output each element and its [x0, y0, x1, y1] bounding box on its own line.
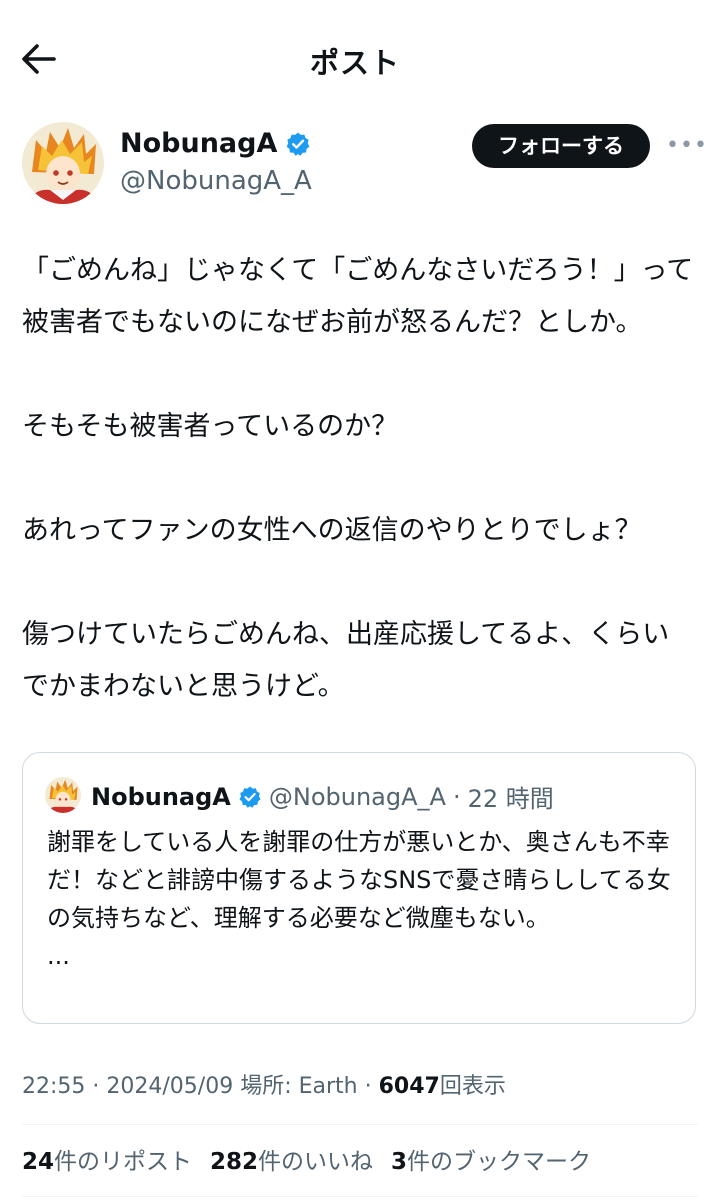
reposts-stat[interactable]: 24件のリポスト [22, 1142, 192, 1176]
quoted-text-body: 謝罪をしている人を謝罪の仕方が悪いとか、奥さんも不幸だ！などと誹謗中傷するような… [47, 828, 671, 932]
quoted-author-handle: @NobunagA_A [268, 782, 446, 811]
separator-dot: · [92, 1074, 100, 1099]
author-name[interactable]: NobunagA [120, 128, 311, 159]
quoted-avatar [45, 777, 81, 813]
engagement-stats: 24件のリポスト 282件のいいね 3件のブックマーク [22, 1142, 591, 1176]
likes-count: 282 [210, 1149, 259, 1175]
more-dots-icon[interactable]: ••• [666, 134, 707, 158]
bookmarks-count: 3 [391, 1149, 408, 1175]
view-count-label: 回表示 [439, 1074, 506, 1099]
post-meta: 22:55 · 2024/05/09 場所: Earth · 6047回表示 [22, 1068, 506, 1100]
divider [22, 1196, 698, 1197]
quoted-post[interactable]: NobunagA @NobunagA_A · 22 時間 謝罪をしている人を謝罪… [22, 752, 696, 1024]
divider [22, 1124, 698, 1125]
quoted-text: 謝罪をしている人を謝罪の仕方が悪いとか、奥さんも不幸だ！などと誹謗中傷するような… [47, 823, 677, 975]
author-row: NobunagA @NobunagA_A フォローする ••• [22, 122, 707, 208]
bookmarks-label: 件のブックマーク [407, 1149, 592, 1175]
view-count: 6047 [378, 1074, 440, 1099]
post-paragraph: あれってファンの女性への返信のやりとりでしょ？ [22, 515, 642, 546]
reposts-label: 件のリポスト [54, 1149, 193, 1175]
separator-dot: · [364, 1074, 372, 1099]
reposts-count: 24 [22, 1149, 55, 1175]
page-title: ポスト [309, 46, 400, 80]
post-location: 場所: Earth [240, 1074, 358, 1099]
follow-button[interactable]: フォローする [472, 124, 650, 168]
post-time[interactable]: 22:55 [22, 1074, 85, 1099]
likes-stat[interactable]: 282件のいいね [210, 1142, 373, 1176]
post-paragraph: 傷つけていたらごめんね、出産応援してるよ、くらいでかまわないと思うけど。 [22, 619, 670, 702]
post-paragraph: 「ごめんね」じゃなくて「ごめんなさいだろう！」って被害者でもないのになぜお前が怒… [22, 255, 694, 338]
separator-dot: · [452, 782, 461, 811]
quoted-text-ellipsis: ... [47, 942, 70, 970]
quoted-author-name: NobunagA [91, 782, 231, 811]
verified-badge-icon [239, 786, 261, 808]
post-date[interactable]: 2024/05/09 [106, 1074, 233, 1099]
post-paragraph: そもそも被害者っているのか？ [22, 411, 399, 442]
quoted-timestamp: 22 時間 [467, 785, 554, 813]
top-bar: ポスト [0, 0, 710, 115]
likes-label: 件のいいね [258, 1149, 374, 1175]
author-handle[interactable]: @NobunagA_A [120, 166, 312, 196]
verified-badge-icon [286, 132, 310, 156]
author-name-text: NobunagA [120, 128, 278, 159]
bookmarks-stat[interactable]: 3件のブックマーク [391, 1142, 591, 1176]
avatar[interactable] [22, 122, 104, 204]
quoted-header: NobunagA @NobunagA_A · 22 時間 [91, 779, 554, 814]
post-text: 「ごめんね」じゃなくて「ごめんなさいだろう！」って被害者でもないのになぜお前が怒… [22, 245, 694, 713]
